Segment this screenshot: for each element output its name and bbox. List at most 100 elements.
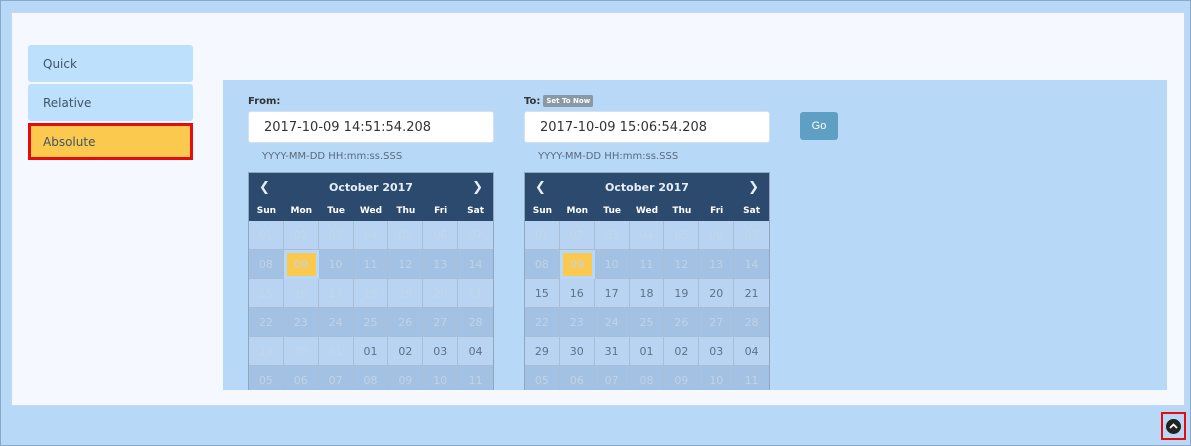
calendar-day[interactable]: 04 [629, 221, 665, 250]
chevron-right-icon[interactable]: ❯ [748, 180, 759, 195]
calendar-day[interactable]: 09 [286, 253, 316, 276]
calendar-day[interactable]: 15 [525, 279, 560, 308]
calendar-day[interactable]: 06 [699, 221, 735, 250]
calendar-day[interactable]: 29 [249, 337, 284, 366]
calendar-day[interactable]: 01 [249, 221, 284, 250]
tab-quick[interactable]: Quick [28, 45, 193, 82]
from-date-input[interactable] [248, 111, 494, 143]
calendar-day[interactable]: 05 [525, 366, 560, 390]
chevron-left-icon[interactable]: ❮ [259, 180, 270, 195]
calendar-day[interactable]: 10 [318, 250, 354, 279]
calendar-day[interactable]: 17 [318, 279, 354, 308]
tab-absolute[interactable]: Absolute [28, 123, 193, 160]
calendar-day[interactable]: 09 [388, 366, 424, 390]
calendar-day[interactable]: 03 [594, 221, 630, 250]
calendar-day[interactable]: 11 [353, 250, 389, 279]
calendar-day[interactable]: 14 [458, 250, 493, 279]
calendar-day[interactable]: 25 [629, 308, 665, 337]
calendar-day[interactable]: 20 [699, 279, 735, 308]
from-column: From: YYYY-MM-DD HH:mm:ss.SSS ❮ October … [248, 80, 494, 390]
calendar-day[interactable]: 26 [388, 308, 424, 337]
set-to-now-button[interactable]: Set To Now [543, 95, 594, 107]
chevron-left-icon[interactable]: ❮ [535, 180, 546, 195]
calendar-day[interactable]: 19 [388, 279, 424, 308]
calendar-day[interactable]: 12 [664, 250, 700, 279]
calendar-day[interactable]: 02 [559, 221, 595, 250]
calendar-day[interactable]: 07 [318, 366, 354, 390]
calendar-day[interactable]: 07 [594, 366, 630, 390]
calendar-day[interactable]: 13 [699, 250, 735, 279]
calendar-day[interactable]: 07 [734, 221, 769, 250]
calendar-day[interactable]: 22 [525, 308, 560, 337]
calendar-day[interactable]: 22 [249, 308, 284, 337]
calendar-day[interactable]: 04 [353, 221, 389, 250]
calendar-day[interactable]: 03 [318, 221, 354, 250]
calendar-day[interactable]: 04 [458, 337, 493, 366]
calendar-day[interactable]: 31 [594, 337, 630, 366]
calendar-day[interactable]: 09 [664, 366, 700, 390]
calendar-day[interactable]: 23 [559, 308, 595, 337]
calendar-day[interactable]: 16 [559, 279, 595, 308]
calendar-day[interactable]: 01 [629, 337, 665, 366]
calendar-day[interactable]: 02 [283, 221, 319, 250]
weekday-label: Sat [743, 206, 760, 216]
calendar-day[interactable]: 03 [699, 337, 735, 366]
calendar-day[interactable]: 02 [388, 337, 424, 366]
calendar-day[interactable]: 05 [388, 221, 424, 250]
to-label: To: [524, 95, 541, 107]
calendar-day[interactable]: 24 [594, 308, 630, 337]
calendar-day[interactable]: 25 [353, 308, 389, 337]
calendar-day[interactable]: 26 [664, 308, 700, 337]
calendar-day[interactable]: 18 [353, 279, 389, 308]
calendar-day[interactable]: 27 [423, 308, 459, 337]
calendar-day[interactable]: 23 [283, 308, 319, 337]
calendar-day[interactable]: 12 [388, 250, 424, 279]
calendar-day[interactable]: 11 [629, 250, 665, 279]
calendar-day[interactable]: 24 [318, 308, 354, 337]
calendar-day[interactable]: 08 [629, 366, 665, 390]
calendar-day[interactable]: 11 [734, 366, 769, 390]
calendar-day[interactable]: 06 [559, 366, 595, 390]
calendar-day[interactable]: 04 [734, 337, 769, 366]
calendar-day[interactable]: 10 [594, 250, 630, 279]
calendar-day[interactable]: 20 [423, 279, 459, 308]
calendar-day[interactable]: 05 [249, 366, 284, 390]
calendar-day[interactable]: 28 [734, 308, 769, 337]
calendar-day[interactable]: 15 [249, 279, 284, 308]
calendar-day[interactable]: 29 [525, 337, 560, 366]
calendar-day[interactable]: 10 [699, 366, 735, 390]
calendar-day[interactable]: 11 [458, 366, 493, 390]
calendar-day[interactable]: 17 [594, 279, 630, 308]
calendar-day[interactable]: 08 [525, 250, 560, 279]
calendar-day[interactable]: 18 [629, 279, 665, 308]
weekday-label: Fri [434, 206, 448, 216]
to-date-input[interactable] [524, 111, 770, 143]
calendar-day[interactable]: 21 [458, 279, 493, 308]
calendar-day[interactable]: 13 [423, 250, 459, 279]
calendar-day[interactable]: 30 [283, 337, 319, 366]
calendar-day[interactable]: 02 [664, 337, 700, 366]
calendar-day[interactable]: 05 [664, 221, 700, 250]
calendar-day[interactable]: 08 [249, 250, 284, 279]
calendar-day[interactable]: 01 [353, 337, 389, 366]
calendar-day[interactable]: 08 [353, 366, 389, 390]
calendar-day[interactable]: 07 [458, 221, 493, 250]
calendar-day[interactable]: 21 [734, 279, 769, 308]
tab-relative[interactable]: Relative [28, 84, 193, 121]
calendar-day[interactable]: 31 [318, 337, 354, 366]
calendar-day[interactable]: 10 [423, 366, 459, 390]
calendar-day[interactable]: 06 [423, 221, 459, 250]
calendar-day[interactable]: 30 [559, 337, 595, 366]
calendar-day[interactable]: 03 [423, 337, 459, 366]
chevron-right-icon[interactable]: ❯ [472, 180, 483, 195]
collapse-button[interactable] [1161, 412, 1186, 440]
calendar-day[interactable]: 19 [664, 279, 700, 308]
calendar-day[interactable]: 01 [525, 221, 560, 250]
calendar-day[interactable]: 14 [734, 250, 769, 279]
calendar-day[interactable]: 28 [458, 308, 493, 337]
go-button[interactable]: Go [800, 112, 838, 140]
calendar-day[interactable]: 09 [562, 253, 592, 276]
calendar-day[interactable]: 06 [283, 366, 319, 390]
calendar-day[interactable]: 16 [283, 279, 319, 308]
calendar-day[interactable]: 27 [699, 308, 735, 337]
